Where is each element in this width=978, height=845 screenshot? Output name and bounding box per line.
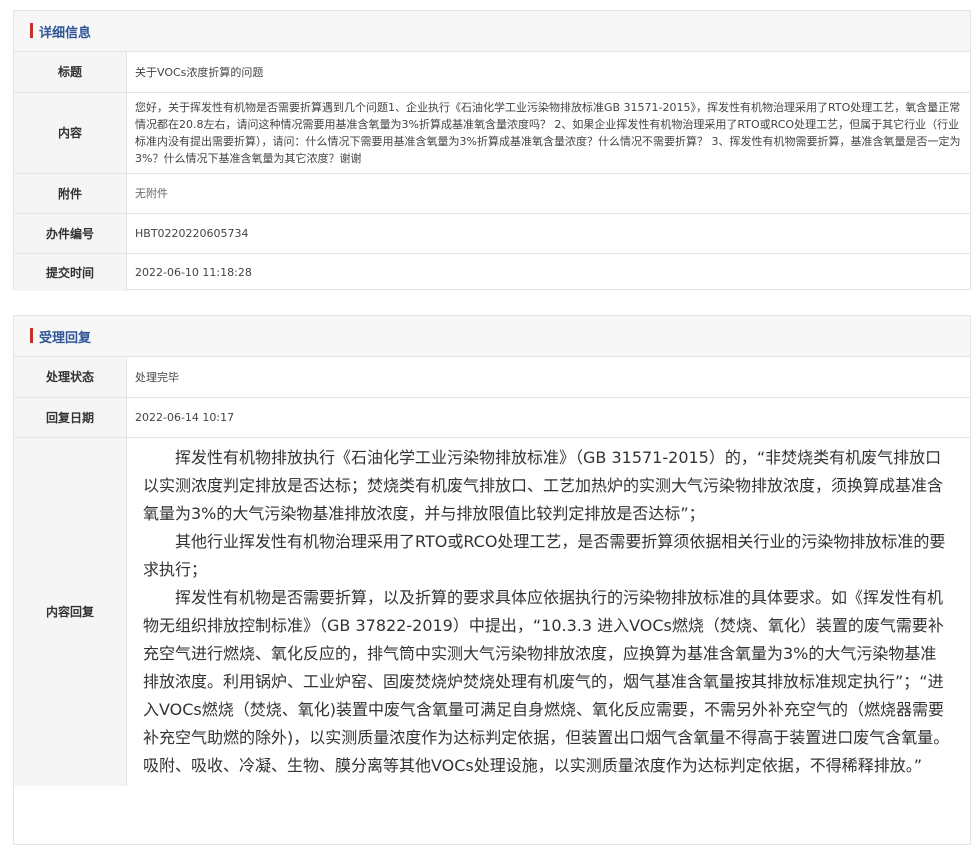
content-value: 您好，关于挥发性有机物是否需要折算遇到几个问题1、企业执行《石油化学工业污染物排… bbox=[126, 92, 970, 174]
case-no-label: 办件编号 bbox=[14, 213, 127, 254]
reply-table: 处理状态 处理完毕 回复日期 2022-06-14 10:17 内容回复 挥发性… bbox=[14, 357, 970, 786]
header-accent-bar bbox=[30, 328, 33, 343]
reply-row-date: 回复日期 2022-06-14 10:17 bbox=[14, 397, 970, 438]
title-value: 关于VOCs浓度折算的问题 bbox=[126, 52, 970, 93]
reply-content-body: 挥发性有机物排放执行《石油化学工业污染物排放标准》（GB 31571-2015）… bbox=[127, 437, 971, 786]
reply-row-status: 处理状态 处理完毕 bbox=[14, 357, 970, 398]
detail-table: 标题 关于VOCs浓度折算的问题 内容 您好，关于挥发性有机物是否需要折算遇到几… bbox=[14, 52, 970, 291]
reply-paragraph: 挥发性有机物是否需要折算，以及折算的要求具体应依据执行的污染物排放标准的具体要求… bbox=[143, 587, 950, 775]
detail-row-content: 内容 您好，关于挥发性有机物是否需要折算遇到几个问题1、企业执行《石油化学工业污… bbox=[14, 92, 970, 174]
reply-panel-title: 受理回复 bbox=[39, 331, 92, 346]
date-value: 2022-06-14 10:17 bbox=[126, 397, 970, 438]
detail-panel: 详细信息 标题 关于VOCs浓度折算的问题 内容 您好，关于挥发性有机物是否需要… bbox=[13, 10, 971, 291]
status-value: 处理完毕 bbox=[126, 357, 970, 398]
reply-row-content: 内容回复 挥发性有机物排放执行《石油化学工业污染物排放标准》（GB 31571-… bbox=[14, 437, 970, 786]
detail-row-attachment: 附件 无附件 bbox=[14, 173, 970, 214]
status-label: 处理状态 bbox=[14, 357, 127, 398]
attachment-label: 附件 bbox=[14, 173, 127, 214]
detail-row-case-no: 办件编号 HBT0220220605734 bbox=[14, 213, 970, 254]
reply-paragraph: 挥发性有机物排放执行《石油化学工业污染物排放标准》（GB 31571-2015）… bbox=[143, 447, 944, 523]
submit-time-label: 提交时间 bbox=[14, 253, 127, 291]
detail-panel-header: 详细信息 bbox=[14, 11, 970, 52]
case-no-value: HBT0220220605734 bbox=[126, 213, 970, 254]
header-accent-bar bbox=[30, 23, 33, 38]
detail-row-title: 标题 关于VOCs浓度折算的问题 bbox=[14, 52, 970, 93]
submit-time-value: 2022-06-10 11:18:28 bbox=[135, 265, 252, 279]
attachment-value: 无附件 bbox=[126, 173, 970, 214]
detail-panel-title: 详细信息 bbox=[39, 26, 92, 41]
detail-row-submit-time: 提交时间 2022-06-10 11:18:28 bbox=[14, 253, 970, 291]
reply-panel: 受理回复 处理状态 处理完毕 回复日期 2022-06-14 10:17 内容回… bbox=[13, 315, 971, 845]
reply-paragraph: 其他行业挥发性有机物治理采用了RTO或RCO处理工艺，是否需要折算须依据相关行业… bbox=[143, 531, 946, 579]
title-label: 标题 bbox=[14, 52, 127, 93]
reply-panel-header: 受理回复 bbox=[14, 316, 970, 357]
reply-content-label: 内容回复 bbox=[14, 437, 127, 786]
date-label: 回复日期 bbox=[14, 397, 127, 438]
content-label: 内容 bbox=[14, 92, 127, 174]
